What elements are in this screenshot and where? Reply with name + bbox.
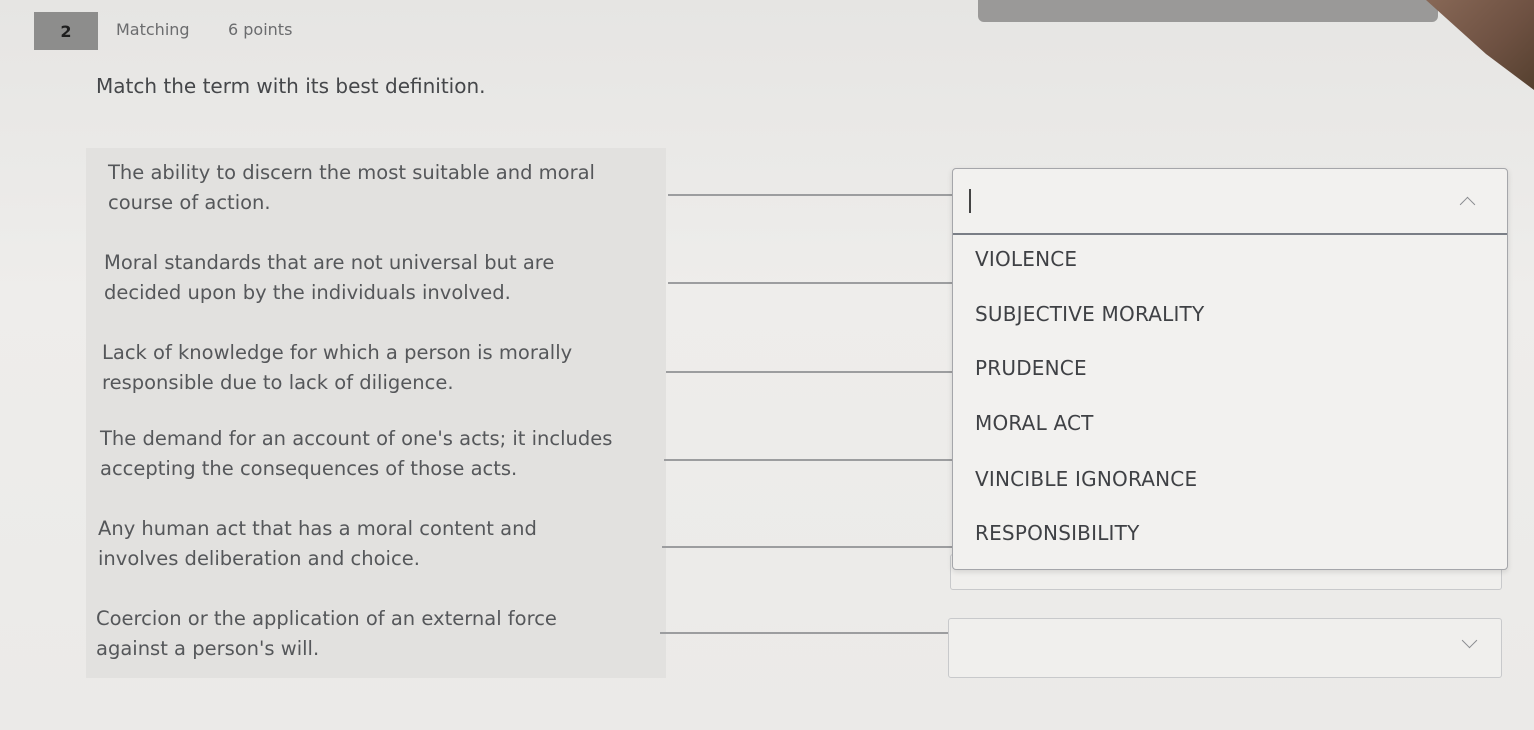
dropdown-option[interactable]: VIOLENCE (975, 247, 1077, 271)
window-top-bar (978, 0, 1438, 22)
connector-line (660, 632, 950, 634)
term-item: Lack of knowledge for which a person is … (102, 338, 662, 398)
term-item: The ability to discern the most suitable… (108, 158, 668, 218)
connector-line (668, 282, 952, 284)
term-text-line: involves deliberation and choice. (98, 547, 420, 570)
term-text-line: Coercion or the application of an extern… (96, 607, 557, 630)
dropdown-option[interactable]: SUBJECTIVE MORALITY (975, 302, 1204, 326)
term-item: Moral standards that are not universal b… (104, 248, 664, 308)
term-text-line: The ability to discern the most suitable… (108, 161, 595, 184)
term-text-line: decided upon by the individuals involved… (104, 281, 511, 304)
dropdown-option[interactable]: PRUDENCE (975, 356, 1087, 380)
dropdown-option[interactable]: VINCIBLE IGNORANCE (975, 467, 1197, 491)
term-text-line: course of action. (108, 191, 271, 214)
answer-dropdown-open[interactable]: VIOLENCE SUBJECTIVE MORALITY PRUDENCE MO… (952, 168, 1508, 570)
term-text-line: Lack of knowledge for which a person is … (102, 341, 573, 364)
dropdown-search-input[interactable] (953, 169, 1507, 235)
term-text-line: responsible due to lack of diligence. (102, 371, 454, 394)
answer-select[interactable] (948, 618, 1502, 678)
dropdown-option[interactable]: MORAL ACT (975, 411, 1094, 435)
chevron-down-icon[interactable] (1461, 632, 1478, 649)
term-text-line: accepting the consequences of those acts… (100, 457, 518, 480)
text-cursor (969, 189, 971, 213)
connector-line (662, 546, 952, 548)
term-text-line: The demand for an account of one's acts;… (100, 427, 613, 450)
connector-line (664, 459, 952, 461)
dropdown-option[interactable]: RESPONSIBILITY (975, 521, 1139, 545)
term-text-line: against a person's will. (96, 637, 320, 660)
terms-panel (86, 148, 666, 678)
question-points: 6 points (228, 20, 293, 39)
term-item: The demand for an account of one's acts;… (100, 424, 660, 484)
connector-line (668, 194, 952, 196)
connector-line (666, 371, 952, 373)
term-text-line: Moral standards that are not universal b… (104, 251, 555, 274)
term-item: Coercion or the application of an extern… (96, 604, 656, 664)
question-instruction: Match the term with its best definition. (96, 74, 486, 98)
term-item: Any human act that has a moral content a… (98, 514, 658, 574)
question-type: Matching (116, 20, 190, 39)
term-text-line: Any human act that has a moral content a… (98, 517, 537, 540)
question-number: 2 (34, 12, 98, 50)
